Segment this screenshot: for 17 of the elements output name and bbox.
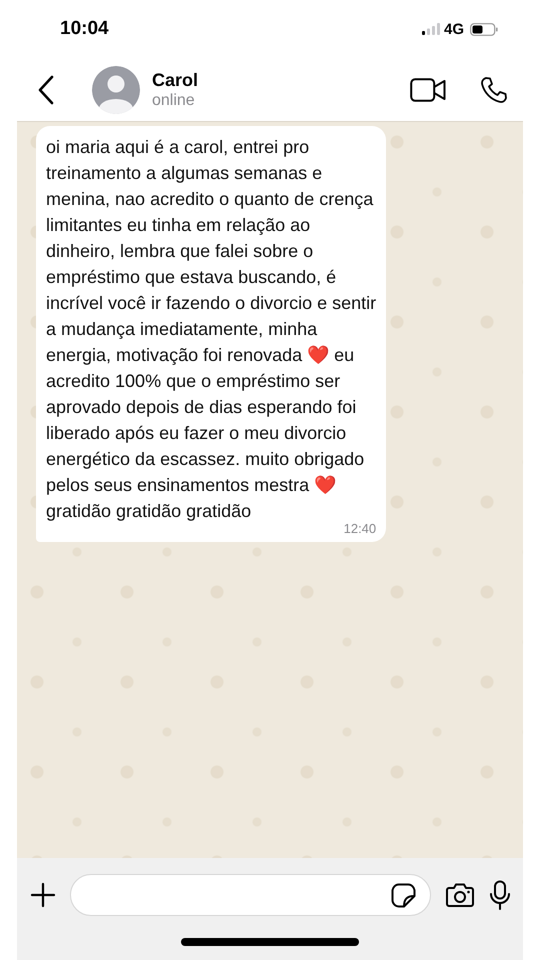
contact-status: online: [152, 90, 196, 110]
plus-icon[interactable]: [30, 882, 56, 908]
message-input-field[interactable]: [70, 874, 431, 916]
avatar-icon[interactable]: [92, 66, 140, 114]
video-call-icon[interactable]: [410, 78, 446, 102]
contact-name: Carol: [152, 68, 200, 90]
message-text: oi maria aqui é a carol, entrei pro treinamento a algumas semanas e menina, nao acredito o quanto de crença limitantes eu tinha em relação ao dinheiro, lembra que falei sobre o empréstimo que estava buscando, é incrível você ir fazendo o divorcio e sentir a mudança imediatamente, minha energia, motivação foi renovada ❤ eu acredito 100% que o empréstimo ser aprovado depois de dias esperando foi liberado após eu fazer o meu divorcio energético da escassez. muito obrigado pelos seus ensinamentos mestra ❤ gratidão gratidão gratidão: [46, 136, 376, 523]
message-time: 12:40: [344, 522, 376, 536]
camera-icon[interactable]: [445, 882, 475, 908]
network-type: 4G: [444, 20, 464, 38]
microphone-icon[interactable]: [489, 880, 511, 910]
status-time: 10:04: [60, 18, 109, 40]
phone-call-icon[interactable]: [480, 76, 508, 104]
signal-icon: [422, 23, 440, 35]
sticker-icon[interactable]: [391, 882, 416, 908]
back-icon[interactable]: [37, 74, 55, 104]
battery-icon: [470, 22, 498, 36]
